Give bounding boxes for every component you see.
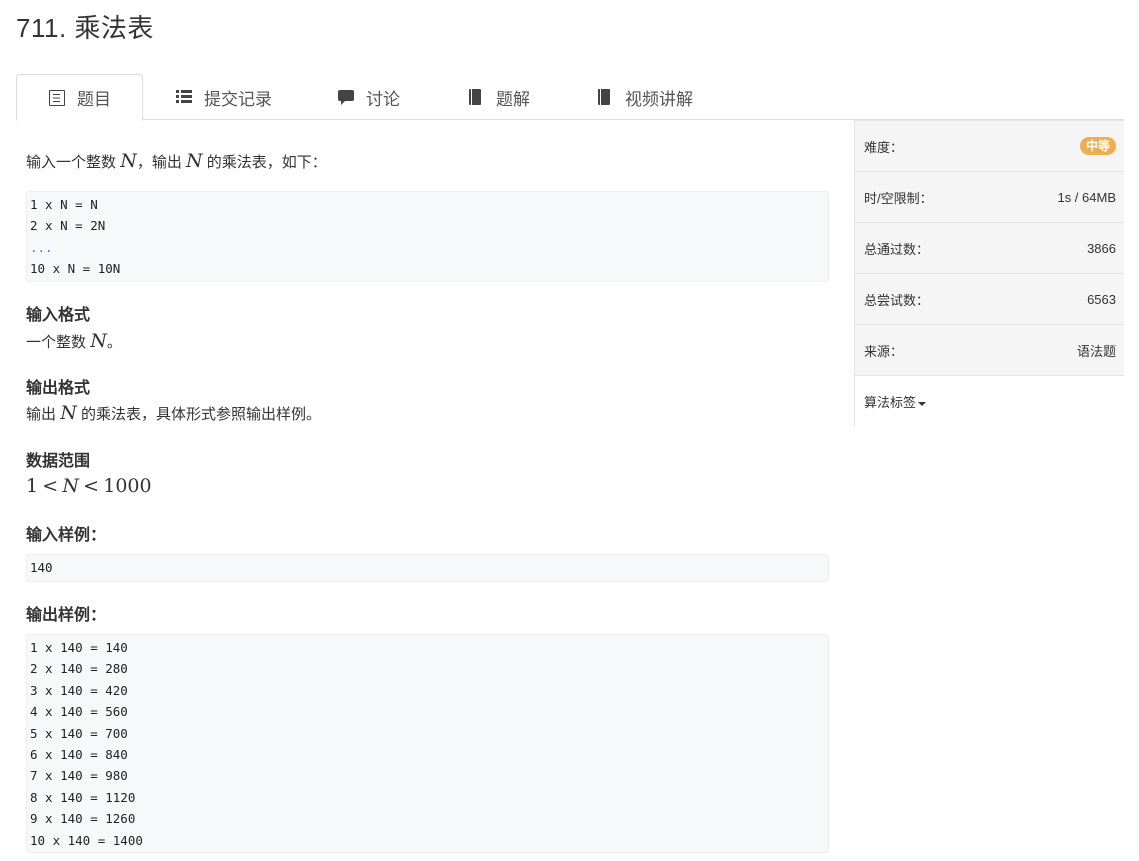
format-text: 。 (106, 334, 122, 351)
book-icon (468, 89, 484, 105)
limit-row: 时/空限制： 1s / 64MB (855, 172, 1124, 223)
code-line: 5 x 140 = 700 (30, 725, 128, 741)
passed-label: 总通过数： (864, 241, 930, 257)
tried-row: 总尝试数： 6563 (855, 274, 1124, 325)
code-line: 7 x 140 = 980 (30, 768, 128, 784)
passed-row: 总通过数： 3866 (855, 223, 1124, 274)
difficulty-badge: 中等 (1079, 137, 1116, 155)
code-line: 1 x N = N (30, 197, 98, 212)
tab-solutions[interactable]: 题解 (468, 74, 530, 120)
difficulty-label: 难度： (864, 139, 904, 155)
tab-bar: 题目 提交记录 讨论 题解 视频讲解 (16, 74, 1124, 121)
math-variable: N (60, 402, 77, 424)
tab-problem[interactable]: 题目 (16, 74, 143, 121)
tags-label: 算法标签 (864, 395, 917, 410)
input-sample-heading: 输入样例： (26, 527, 107, 544)
code-line: 1 x 140 = 140 (30, 640, 128, 655)
tab-label: 视频讲解 (625, 89, 693, 109)
code-line: 10 x 140 = 1400 (30, 832, 143, 848)
math-variable: N (90, 330, 107, 352)
code-line: 9 x 140 = 1260 (30, 811, 136, 827)
intro-text: 的乘法表，如下： (206, 154, 327, 171)
code-line: 10 x N = 10N (30, 261, 121, 277)
data-range-formula: 1 < N < 1000 (26, 475, 152, 497)
code-line: 4 x 140 = 560 (30, 704, 128, 720)
example-code-block: 1 x N = N 2 x N = 2N ... 10 x N = 10N (26, 191, 829, 282)
page-title: 711. 乘法表 (16, 13, 154, 43)
output-format-text: 输出 N 的乘法表，具体形式参照输出样例。 (26, 402, 321, 424)
difficulty-row: 难度： 中等 (855, 121, 1124, 172)
format-text: 一个整数 (26, 334, 87, 351)
input-sample-code: 140 (26, 554, 829, 582)
algorithm-tags-toggle[interactable]: 算法标签 (855, 376, 1124, 427)
list-icon (176, 89, 192, 105)
math-variable: N (120, 150, 137, 172)
output-format-heading: 输出格式 (26, 380, 91, 397)
problem-intro: 输入一个整数 N，输出 N 的乘法表，如下： (26, 150, 327, 172)
limit-value: 1s / 64MB (1057, 189, 1116, 205)
caret-down-icon (918, 401, 927, 406)
output-sample-code: 1 x 140 = 140 2 x 140 = 280 3 x 140 = 42… (26, 634, 829, 853)
tried-value: 6563 (1087, 291, 1116, 307)
code-line: 3 x 140 = 420 (30, 682, 128, 698)
math-number: 1 (26, 475, 39, 497)
book-icon (597, 89, 613, 105)
code-line: 2 x N = 2N (30, 218, 106, 234)
input-format-text: 一个整数 N。 (26, 330, 122, 352)
document-icon (49, 89, 65, 106)
tab-video[interactable]: 视频讲解 (597, 74, 693, 120)
input-format-heading: 输入格式 (26, 307, 91, 324)
tab-label: 题解 (496, 89, 530, 109)
tab-label: 讨论 (366, 89, 400, 109)
code-line: 2 x 140 = 280 (30, 661, 128, 677)
tried-label: 总尝试数： (864, 292, 930, 308)
code-line: 6 x 140 = 840 (30, 747, 128, 763)
source-label: 来源： (864, 343, 904, 359)
format-text: 输出 (26, 406, 57, 423)
tab-discussion[interactable]: 讨论 (338, 74, 400, 120)
data-range-heading: 数据范围 (26, 453, 91, 470)
code-line: 8 x 140 = 1120 (30, 789, 136, 805)
limit-label: 时/空限制： (864, 190, 933, 206)
problem-info-sidebar: 难度： 中等 时/空限制： 1s / 64MB 总通过数： 3866 总尝试数：… (854, 120, 1124, 427)
math-variable: N (62, 475, 79, 497)
tags-dropdown[interactable]: 算法标签 (864, 392, 927, 411)
intro-text: ，输出 (136, 154, 182, 171)
output-sample-heading: 输出样例： (26, 607, 107, 624)
passed-value: 3866 (1087, 240, 1116, 256)
math-operator: < (83, 475, 100, 497)
code-line: 140 (30, 560, 53, 575)
math-number: 1000 (103, 475, 152, 497)
format-text: 的乘法表，具体形式参照输出样例。 (80, 406, 321, 423)
source-row: 来源： 语法题 (855, 325, 1124, 376)
math-operator: < (42, 475, 59, 497)
intro-text: 输入一个整数 (26, 154, 117, 171)
tab-label: 提交记录 (204, 89, 272, 109)
tab-submissions[interactable]: 提交记录 (176, 74, 272, 120)
math-variable: N (186, 150, 203, 172)
tab-label: 题目 (77, 90, 111, 109)
comment-icon (338, 89, 354, 105)
source-value[interactable]: 语法题 (1077, 341, 1116, 360)
code-line: ... (30, 239, 53, 255)
